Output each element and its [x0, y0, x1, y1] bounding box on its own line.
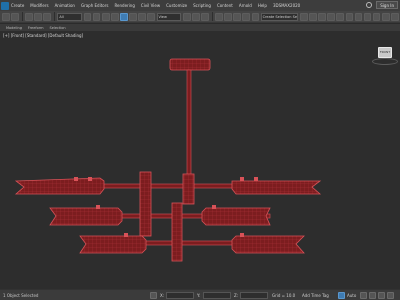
menu-graph-editors[interactable]: Graph Editors: [81, 3, 108, 8]
keyboard-shortcut-icon[interactable]: [201, 12, 209, 21]
menu-scripting[interactable]: Scripting: [193, 3, 211, 8]
ribbon-tab-modeling[interactable]: Modeling: [6, 26, 22, 30]
select-object-icon[interactable]: [83, 12, 92, 21]
menu-animation[interactable]: Animation: [55, 3, 75, 8]
y-coord-field[interactable]: [203, 292, 231, 299]
app-logo-icon: [1, 1, 9, 10]
pivot-point-icon[interactable]: [182, 12, 191, 21]
menu-arnold[interactable]: Arnold: [239, 3, 252, 8]
play-icon[interactable]: [360, 292, 367, 299]
bind-space-warp-icon[interactable]: [43, 12, 51, 21]
x-coord-label: X:: [160, 293, 165, 298]
viewcube-compass-ring[interactable]: [372, 58, 398, 65]
sign-in-button[interactable]: Sign In: [376, 1, 398, 9]
snaps-toggle-icon[interactable]: [215, 12, 223, 21]
link-icon[interactable]: [25, 12, 33, 21]
viewport-label[interactable]: [+] [Front] [Standard] [Default Shading]: [3, 33, 83, 38]
next-frame-icon[interactable]: [369, 292, 376, 299]
z-coord-field[interactable]: [240, 292, 268, 299]
menu-rendering[interactable]: Rendering: [114, 3, 134, 8]
reference-coordinate-dropdown[interactable]: View: [156, 12, 181, 21]
hub-left[interactable]: [139, 171, 152, 237]
named-selection-dropdown[interactable]: Create Selection Se: [260, 12, 299, 21]
ribbon: Modeling Freeform Selection: [0, 24, 400, 31]
move-icon[interactable]: [120, 12, 128, 21]
center-rod[interactable]: [186, 69, 192, 179]
ribbon-tab-selection[interactable]: Selection: [50, 26, 66, 30]
spinner-snap-icon[interactable]: [242, 12, 251, 21]
front-viewport[interactable]: [+] [Front] [Standard] [Default Shading]…: [0, 31, 400, 289]
search-icon[interactable]: [366, 2, 373, 8]
z-coord-label: Z:: [234, 293, 239, 298]
ceiling-canopy[interactable]: [169, 58, 211, 71]
main-toolbar: All View Create Selection Se: [0, 11, 400, 23]
chandelier-model[interactable]: [0, 31, 400, 289]
lamp-top-right[interactable]: [231, 177, 322, 195]
curve-editor-icon[interactable]: [345, 12, 354, 21]
toggle-scene-explorer-icon[interactable]: [318, 12, 326, 21]
select-manipulate-icon[interactable]: [192, 12, 200, 21]
viewcube-icon[interactable]: FRONT: [378, 47, 392, 58]
grid-size-label: Grid = 10.0: [272, 293, 296, 298]
menu-create[interactable]: Create: [11, 3, 24, 8]
viewcube-face-label: FRONT: [379, 50, 391, 54]
percent-snap-icon[interactable]: [233, 12, 241, 21]
menu-help[interactable]: Help: [258, 3, 267, 8]
region-select-icon[interactable]: [101, 12, 110, 21]
lamp-middle-left[interactable]: [49, 205, 123, 226]
edit-named-selection-icon[interactable]: [251, 12, 260, 21]
toggle-layer-explorer-icon[interactable]: [327, 12, 335, 21]
render-setup-icon[interactable]: [372, 12, 381, 21]
mirror-icon[interactable]: [300, 12, 308, 21]
hub-center[interactable]: [182, 173, 195, 205]
schematic-view-icon[interactable]: [354, 12, 363, 21]
lamp-bottom-left[interactable]: [79, 233, 147, 254]
menu-modifiers[interactable]: Modifiers: [30, 3, 48, 8]
redo-icon[interactable]: [11, 12, 19, 21]
selection-filter-dropdown[interactable]: All: [57, 12, 82, 21]
auto-key-button[interactable]: [338, 292, 345, 299]
orbit-icon[interactable]: [387, 292, 394, 299]
auto-key-label: Auto: [347, 293, 357, 298]
add-time-tag-button[interactable]: Add Time Tag: [302, 293, 329, 298]
rendered-frame-window-icon[interactable]: [381, 12, 390, 21]
menu-bar: Create Modifiers Animation Graph Editors…: [0, 0, 400, 11]
align-icon[interactable]: [309, 12, 317, 21]
lamp-middle-right[interactable]: [201, 205, 271, 226]
unlink-icon[interactable]: [34, 12, 42, 21]
select-by-name-icon[interactable]: [92, 12, 101, 21]
selection-status-text: 1 Object Selected: [3, 293, 39, 298]
ribbon-tab-freeform[interactable]: Freeform: [28, 26, 44, 30]
status-bar: 1 Object Selected X: Y: Z: Grid = 10.0 A…: [0, 289, 400, 300]
x-coord-field[interactable]: [166, 292, 194, 299]
lamp-bottom-right[interactable]: [231, 233, 305, 254]
scale-icon[interactable]: [138, 12, 146, 21]
material-editor-icon[interactable]: [363, 12, 372, 21]
menu-content[interactable]: Content: [217, 3, 233, 8]
hub-lower[interactable]: [171, 202, 183, 262]
menu-civil-view[interactable]: Civil View: [141, 3, 160, 8]
undo-icon[interactable]: [2, 12, 10, 21]
toolbar-divider: [22, 12, 24, 21]
angle-snap-icon[interactable]: [224, 12, 232, 21]
menu-app-version[interactable]: 3DSMAX2020: [273, 3, 300, 8]
render-production-icon[interactable]: [391, 12, 399, 21]
rotate-icon[interactable]: [129, 12, 137, 21]
zoom-extents-icon[interactable]: [378, 292, 385, 299]
toolbar-divider: [212, 12, 214, 21]
menu-customize[interactable]: Customize: [166, 3, 187, 8]
window-crossing-icon[interactable]: [111, 12, 119, 21]
lamp-top-left[interactable]: [14, 177, 105, 195]
place-icon[interactable]: [147, 12, 156, 21]
toggle-ribbon-icon[interactable]: [336, 12, 345, 21]
toolbar-divider: [54, 12, 56, 21]
lock-selection-icon[interactable]: [150, 292, 157, 299]
y-coord-label: Y:: [197, 293, 201, 298]
